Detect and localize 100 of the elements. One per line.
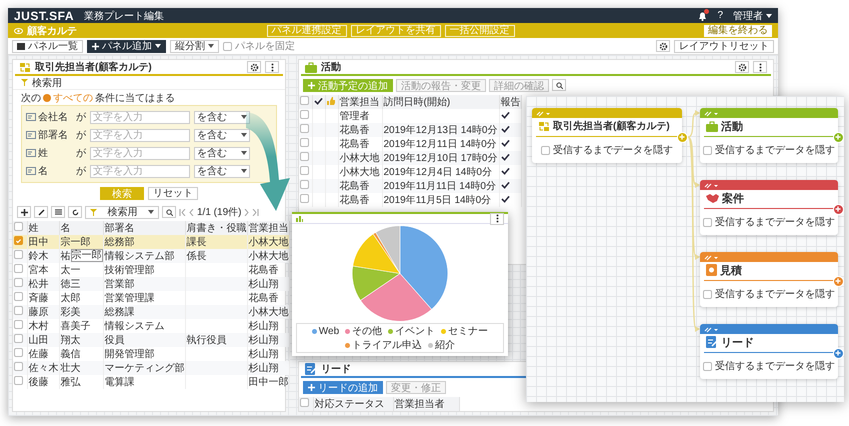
user-menu[interactable]: 管理者 <box>733 8 772 22</box>
checkbox[interactable] <box>300 110 309 119</box>
legend-label[interactable]: 紹介 <box>435 338 455 352</box>
search-button[interactable] <box>162 206 176 218</box>
link-icon[interactable] <box>704 182 718 188</box>
add-connection-icon[interactable] <box>833 276 844 287</box>
link-icon[interactable] <box>704 110 718 116</box>
checkbox[interactable] <box>300 166 309 175</box>
checkbox[interactable] <box>300 194 309 203</box>
checkbox[interactable] <box>14 306 23 315</box>
checkbox[interactable] <box>300 180 309 189</box>
finish-edit-button[interactable]: 編集を終わる <box>704 24 772 36</box>
link-icon[interactable] <box>704 326 718 332</box>
settings-button[interactable] <box>247 61 261 73</box>
column-header[interactable]: 肩書き・役職 <box>185 221 247 235</box>
plate-title: 顧客カルテ <box>27 24 77 38</box>
checkbox[interactable] <box>14 222 23 231</box>
table-cell: 壮大 <box>60 363 80 374</box>
column-header[interactable]: 部署名 <box>103 221 185 235</box>
checkbox[interactable] <box>703 146 712 154</box>
checkbox[interactable] <box>300 138 309 147</box>
checkbox[interactable] <box>14 278 23 287</box>
legend-label[interactable]: セミナー <box>448 324 488 338</box>
column-header[interactable]: 姓 <box>27 221 59 235</box>
column-header[interactable]: 営業担当 <box>338 95 382 109</box>
view-select[interactable]: 検索用 <box>85 206 159 218</box>
table-cell: 義信 <box>60 349 80 360</box>
checkbox[interactable] <box>14 236 23 246</box>
more-button[interactable] <box>265 61 279 73</box>
checkbox[interactable] <box>14 292 23 301</box>
panel-list-button[interactable]: パネル一覧 <box>12 40 83 52</box>
last-page-icon[interactable] <box>252 208 260 216</box>
table-cell: 翔太 <box>60 335 80 346</box>
previous-page-icon[interactable] <box>189 208 194 216</box>
add-button[interactable] <box>17 206 31 218</box>
operator-select[interactable]: を含む <box>194 128 250 142</box>
legend-label[interactable]: トライアル申込 <box>352 338 422 352</box>
table-cell: 営業部 <box>104 279 134 290</box>
table-cell: 2019年11月11日 14時0分 <box>384 181 496 192</box>
checkbox[interactable] <box>14 250 23 259</box>
operator-select[interactable]: を含む <box>194 146 250 160</box>
checkbox[interactable] <box>14 348 23 357</box>
table-cell: 開発管理部 <box>104 349 154 360</box>
add-connection-icon[interactable] <box>677 132 688 143</box>
settings-button[interactable] <box>735 61 749 73</box>
notification-icon[interactable] <box>698 10 708 20</box>
checkbox[interactable] <box>14 376 23 385</box>
column-header[interactable]: 対応ステータス <box>313 397 393 411</box>
legend-label[interactable]: Web <box>318 326 340 336</box>
column-header[interactable]: 報告 <box>499 95 521 109</box>
checkbox[interactable] <box>223 42 232 50</box>
list-button[interactable] <box>51 206 65 218</box>
checkbox[interactable] <box>703 218 712 226</box>
checkbox[interactable] <box>703 290 712 298</box>
checkbox[interactable] <box>14 362 23 371</box>
panel-node[interactable]: 活動 受信するまでデータを隠す <box>700 108 838 163</box>
help-button[interactable]: ? <box>717 10 723 21</box>
checkbox[interactable] <box>300 124 309 133</box>
split-select[interactable]: 縦分割 <box>170 40 219 52</box>
panels-icon <box>17 42 25 50</box>
checkbox[interactable] <box>300 152 309 161</box>
settings-button[interactable] <box>656 40 670 52</box>
panel-node[interactable]: 取引先担当者(顧客カルテ) 受信するまでデータを隠す <box>532 108 682 163</box>
checkbox[interactable] <box>14 264 23 273</box>
operator-select[interactable]: を含む <box>194 164 250 178</box>
link-icon[interactable] <box>704 254 718 260</box>
add-connection-icon[interactable] <box>833 348 844 359</box>
add-connection-icon[interactable] <box>833 132 844 143</box>
operator-select[interactable]: を含む <box>194 110 250 124</box>
checkbox[interactable] <box>541 146 550 154</box>
legend-label[interactable]: イベント <box>395 324 436 338</box>
column-header[interactable]: 訪問日時(開始) <box>382 95 499 109</box>
checkbox[interactable] <box>703 362 712 370</box>
column-header[interactable]: 営業担当 <box>247 221 289 235</box>
refresh-button[interactable] <box>68 206 82 218</box>
column-header[interactable]: 営業担当者 <box>393 397 459 411</box>
toolbar-button[interactable]: リードの追加 <box>303 381 383 394</box>
more-button[interactable] <box>753 61 767 73</box>
search-button[interactable] <box>552 79 566 91</box>
legend-label[interactable]: その他 <box>352 324 382 338</box>
panel-node[interactable]: 見積 受信するまでデータを隠す <box>700 252 838 307</box>
column-header[interactable]: 名 <box>59 221 103 235</box>
reset-button[interactable]: レイアウトリセット <box>674 40 774 52</box>
checkbox[interactable] <box>300 398 309 407</box>
checkbox[interactable] <box>14 334 23 343</box>
checkbox[interactable] <box>14 320 23 329</box>
edit-button[interactable] <box>34 206 48 218</box>
first-page-icon[interactable] <box>179 208 186 216</box>
table-cell: 情報システム部 <box>104 251 174 262</box>
lock-panel-label: パネルを固定 <box>235 40 295 53</box>
more-button[interactable] <box>490 212 504 224</box>
checkbox[interactable] <box>300 96 309 105</box>
next-page-icon[interactable] <box>244 208 250 216</box>
panel-node[interactable]: リード 受信するまでデータを隠す <box>700 324 838 379</box>
link-icon[interactable] <box>536 110 550 116</box>
add-connection-icon[interactable] <box>833 204 844 215</box>
panel-node[interactable]: 案件 受信するまでデータを隠す <box>700 180 838 235</box>
add-panel-button[interactable]: パネル追加 <box>87 40 166 52</box>
condition-text: 次の <box>21 92 41 104</box>
reset-search-button[interactable]: リセット <box>148 186 198 200</box>
